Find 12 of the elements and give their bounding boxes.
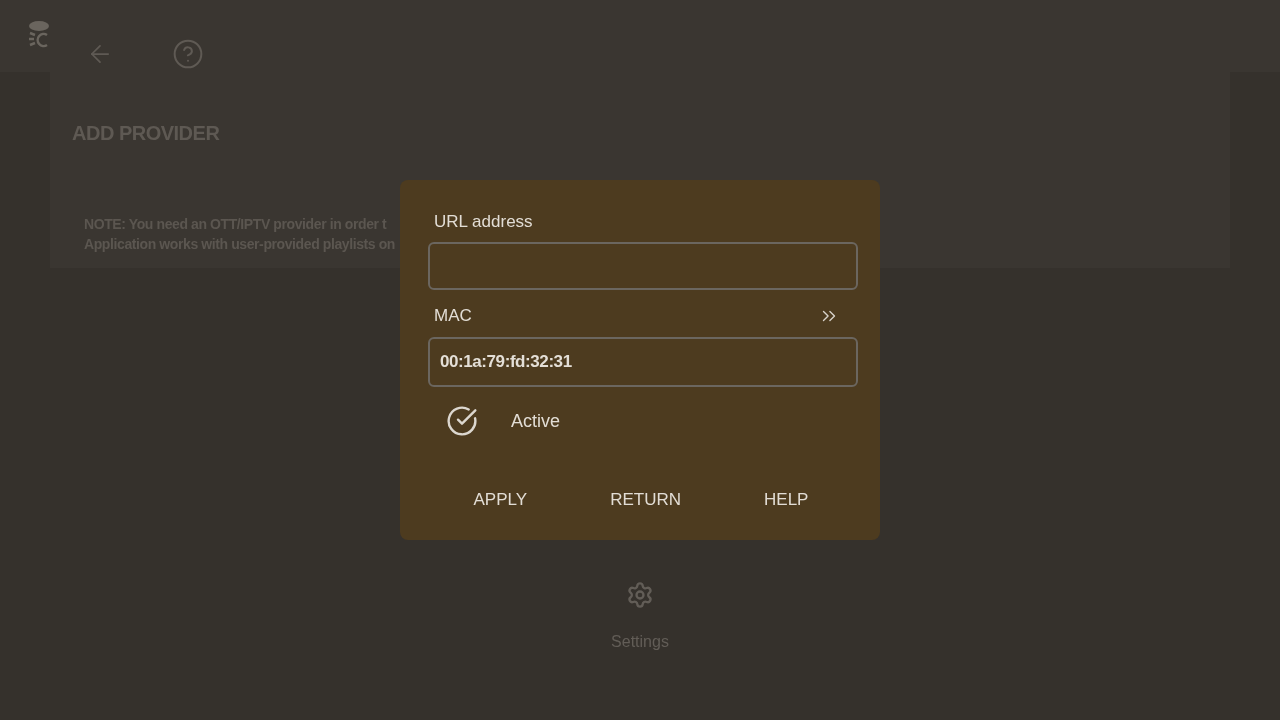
gear-icon[interactable] (626, 581, 654, 609)
help-icon[interactable] (172, 38, 204, 70)
input-field[interactable] (428, 242, 858, 290)
field-label: URL address (434, 211, 533, 233)
check-circle-icon[interactable] (446, 405, 478, 437)
field-label: MAC (434, 305, 472, 327)
dialog-button[interactable]: APPLY (465, 486, 536, 514)
dialog-button[interactable]: HELP (756, 486, 817, 514)
checkbox-label: Active (511, 410, 561, 433)
input-field[interactable]: 00:1a:79:fd:32:31 (428, 337, 858, 387)
dialog-button[interactable]: RETURN (602, 486, 689, 514)
logo (26, 19, 50, 49)
